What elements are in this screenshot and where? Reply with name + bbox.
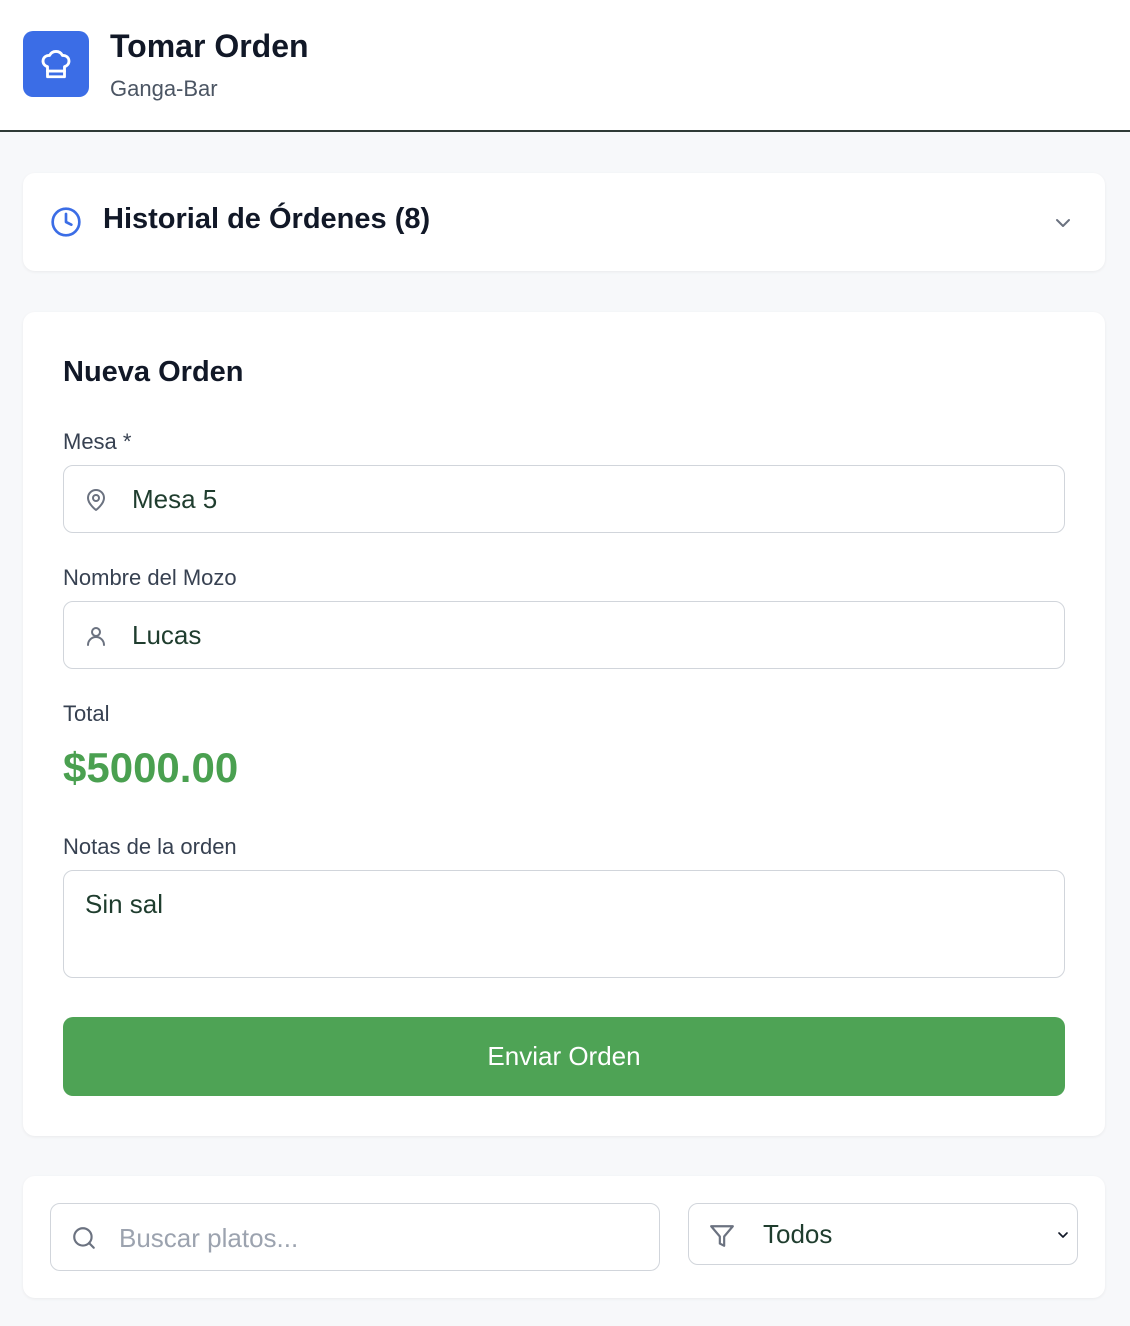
filter-icon — [709, 1223, 735, 1254]
order-history-title: Historial de Órdenes (8) — [103, 203, 431, 235]
chef-hat-icon — [23, 31, 89, 97]
chevron-down-icon — [1055, 1227, 1071, 1248]
search-input[interactable]: Buscar platos... — [50, 1203, 660, 1271]
clock-icon — [50, 206, 82, 243]
page-title: Tomar Orden — [110, 28, 309, 64]
app-header: Tomar Orden Ganga-Bar — [0, 0, 1130, 132]
notes-value: Sin sal — [85, 889, 164, 919]
menu-filters: Buscar platos... Todos — [23, 1176, 1105, 1298]
new-order-title: Nueva Orden — [63, 356, 244, 388]
restaurant-name: Ganga-Bar — [110, 76, 218, 101]
search-icon — [71, 1225, 97, 1256]
chevron-down-icon[interactable] — [1051, 211, 1075, 240]
new-order-form: Nueva Orden Mesa * Mesa 5 Nombre del Moz… — [23, 312, 1105, 1136]
search-placeholder: Buscar platos... — [119, 1223, 299, 1253]
waiter-value: Lucas — [132, 620, 202, 650]
table-field[interactable]: Mesa 5 — [63, 465, 1065, 533]
user-icon — [84, 623, 108, 654]
table-value: Mesa 5 — [132, 484, 218, 514]
waiter-field[interactable]: Lucas — [63, 601, 1065, 669]
submit-order-button[interactable]: Enviar Orden — [63, 1017, 1065, 1096]
total-label: Total — [63, 701, 110, 726]
category-select[interactable]: Todos — [688, 1203, 1078, 1265]
map-pin-icon — [84, 487, 108, 518]
table-label: Mesa * — [63, 429, 132, 454]
order-history-toggle[interactable]: Historial de Órdenes (8) — [23, 173, 1105, 271]
notes-textarea[interactable]: Sin sal — [63, 870, 1065, 978]
notes-label: Notas de la orden — [63, 834, 237, 859]
waiter-label: Nombre del Mozo — [63, 565, 237, 590]
total-amount: $5000.00 — [63, 744, 239, 791]
category-value: Todos — [763, 1219, 833, 1249]
